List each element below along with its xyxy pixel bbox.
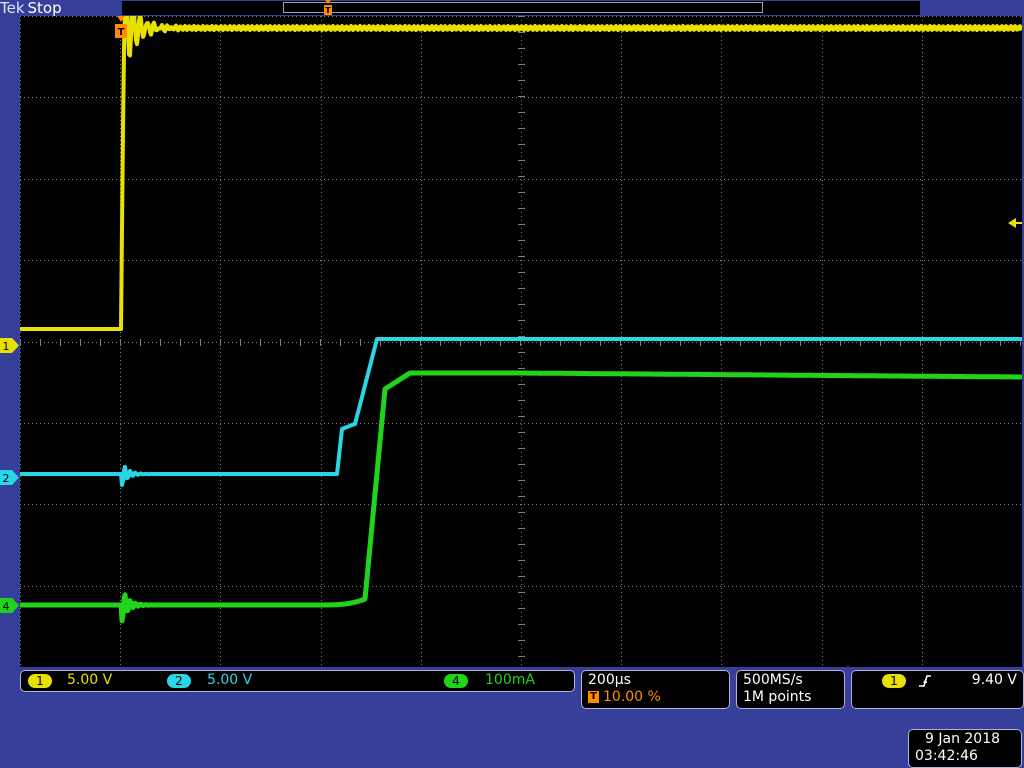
trigger-level: 9.40 V [971, 672, 1017, 688]
time: 03:42:46 [915, 748, 978, 764]
svg-text:1: 1 [3, 340, 10, 353]
date: 9 Jan 2018 [925, 731, 1001, 747]
ch2-chip[interactable]: 2 [167, 674, 191, 688]
waveform-display[interactable]: T [20, 16, 1022, 667]
datetime-readout: 9 Jan 2018 03:42:46 [908, 729, 1022, 768]
record-view-window[interactable] [283, 2, 763, 13]
trigger-level-arrow-icon[interactable] [1008, 216, 1022, 230]
trigger-readout[interactable]: 1 9.40 V [851, 670, 1024, 709]
ch1-chip[interactable]: 1 [28, 674, 52, 688]
channel-readouts: 1 5.00 V 2 5.00 V 4 100mA [20, 670, 575, 692]
trigger-position: T 10.00 % [588, 689, 661, 706]
ch1-marker[interactable]: 1 [0, 338, 20, 353]
graticule [20, 16, 1021, 665]
ch2-scale[interactable]: 5.00 V [207, 672, 252, 689]
timebase-readout[interactable]: 200µs T 10.00 % [581, 670, 730, 709]
ch2-marker[interactable]: 2 [0, 470, 20, 485]
acquisition-state: Stop [27, 0, 62, 17]
ch4-scale[interactable]: 100mA [485, 672, 535, 689]
trigger-source-chip: 1 [882, 674, 906, 688]
svg-text:4: 4 [3, 600, 10, 613]
acquisition-readout[interactable]: 500MS/s 1M points [736, 670, 845, 709]
svg-text:T: T [118, 27, 125, 38]
ch1-scale[interactable]: 5.00 V [67, 672, 112, 689]
ch4-chip[interactable]: 4 [444, 674, 468, 688]
record-length: 1M points [743, 689, 812, 705]
scope-status: Tek Stop [0, 0, 62, 17]
ch4-marker[interactable]: 4 [0, 598, 20, 613]
rising-edge-icon [919, 675, 931, 687]
sample-rate: 500MS/s [743, 672, 803, 688]
record-trigger-icon: T [324, 0, 332, 15]
svg-text:T: T [325, 6, 331, 15]
svg-text:2: 2 [3, 472, 10, 485]
brand-logo: Tek [0, 0, 25, 17]
horizontal-scale: 200µs [588, 672, 631, 688]
trigger-position-icon: T [588, 691, 599, 703]
